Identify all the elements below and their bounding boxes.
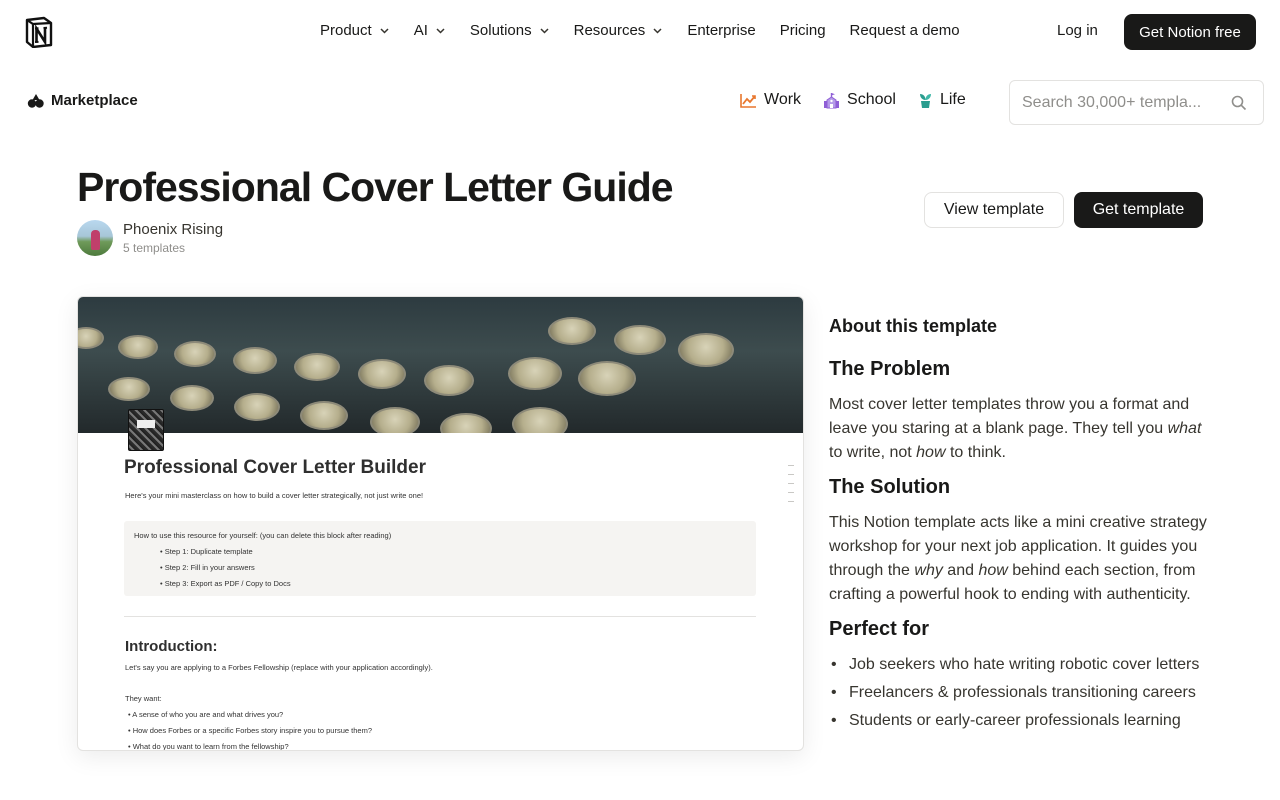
- chevron-down-icon: [380, 28, 389, 34]
- category-nav: Work School Life: [740, 91, 988, 109]
- nav-enterprise-label: Enterprise: [687, 22, 756, 39]
- get-notion-free-button[interactable]: Get Notion free: [1124, 14, 1256, 50]
- plant-icon: [919, 94, 931, 108]
- category-work[interactable]: Work: [740, 91, 801, 109]
- category-school[interactable]: School: [823, 91, 896, 109]
- preview-intro-text: Let's say you are applying to a Forbes F…: [125, 663, 433, 672]
- perfect-for-list: Job seekers who hate writing robotic cov…: [829, 653, 1209, 733]
- nav-enterprise[interactable]: Enterprise: [687, 22, 755, 39]
- problem-text: Most cover letter templates throw you a …: [829, 396, 1202, 461]
- main-nav: Product AI Solutions Resources Enterpris…: [320, 22, 984, 39]
- preview-want-list: A sense of who you are and what drives y…: [128, 710, 372, 750]
- marketplace-link[interactable]: Marketplace: [27, 92, 138, 109]
- chart-icon: [740, 93, 756, 108]
- nav-product[interactable]: Product: [320, 22, 390, 39]
- preview-callout-head: How to use this resource for yourself: (…: [134, 531, 392, 540]
- search-icon[interactable]: [1231, 95, 1247, 111]
- perfect-for-heading: Perfect for: [829, 618, 930, 640]
- preview-divider: [124, 616, 756, 617]
- notebook-page-icon: [128, 409, 164, 451]
- notion-logo-icon[interactable]: [24, 16, 54, 48]
- preview-toc-indicator: [788, 465, 796, 510]
- chevron-down-icon: [653, 28, 662, 34]
- get-template-button[interactable]: Get template: [1074, 192, 1203, 228]
- template-search: [1009, 80, 1264, 125]
- preview-intro-heading: Introduction:: [125, 638, 218, 655]
- preview-step: Step 3: Export as PDF / Copy to Docs: [160, 579, 756, 588]
- template-preview[interactable]: Professional Cover Letter Builder Here's…: [77, 296, 804, 751]
- template-title: Professional Cover Letter Guide: [77, 164, 674, 210]
- nav-ai-label: AI: [413, 22, 428, 39]
- chevron-down-icon: [540, 28, 549, 34]
- problem-heading: The Problem: [829, 358, 951, 380]
- login-link[interactable]: Log in: [1057, 22, 1098, 39]
- nav-resources-label: Resources: [573, 22, 646, 39]
- typewriter-cover-image: [78, 297, 803, 433]
- category-work-label: Work: [764, 91, 802, 108]
- preview-title: Professional Cover Letter Builder: [124, 457, 426, 478]
- nav-solutions[interactable]: Solutions: [470, 22, 550, 39]
- author-name[interactable]: Phoenix Rising: [123, 221, 223, 238]
- solution-text: This Notion template acts like a mini cr…: [829, 514, 1207, 603]
- category-school-label: School: [847, 91, 896, 108]
- nav-product-label: Product: [320, 22, 372, 39]
- preview-step: Step 2: Fill in your answers: [160, 563, 756, 572]
- about-template-panel: About this template The Problem Most cov…: [829, 316, 1209, 737]
- preview-want-label: They want:: [125, 694, 162, 703]
- list-item: Job seekers who hate writing robotic cov…: [829, 653, 1209, 677]
- nav-solutions-label: Solutions: [469, 22, 532, 39]
- author-info[interactable]: Phoenix Rising 5 templates: [77, 220, 223, 256]
- solution-heading: The Solution: [829, 476, 951, 498]
- author-avatar[interactable]: [77, 220, 113, 256]
- nav-request-demo-label: Request a demo: [849, 22, 960, 39]
- view-template-button[interactable]: View template: [924, 192, 1064, 228]
- nav-pricing[interactable]: Pricing: [780, 22, 826, 39]
- top-nav: Product AI Solutions Resources Enterpris…: [0, 0, 1280, 64]
- preview-want-item: What do you want to learn from the fello…: [128, 742, 372, 750]
- school-icon: [824, 92, 840, 108]
- marketplace-label: Marketplace: [51, 92, 138, 109]
- search-input[interactable]: [1022, 93, 1222, 112]
- preview-want-item: A sense of who you are and what drives y…: [128, 710, 372, 719]
- list-item: Freelancers & professionals transitionin…: [829, 681, 1209, 705]
- chevron-down-icon: [436, 28, 445, 34]
- list-item: Students or early-career professionals l…: [829, 709, 1209, 733]
- category-life-label: Life: [939, 91, 966, 108]
- preview-want-item: How does Forbes or a specific Forbes sto…: [128, 726, 372, 735]
- author-template-count: 5 templates: [123, 241, 186, 255]
- preview-callout: How to use this resource for yourself: (…: [124, 521, 756, 596]
- nav-request-demo[interactable]: Request a demo: [850, 22, 960, 39]
- category-life[interactable]: Life: [918, 91, 966, 109]
- nav-ai[interactable]: AI: [414, 22, 446, 39]
- preview-subtitle: Here's your mini masterclass on how to b…: [125, 491, 424, 500]
- about-heading: About this template: [829, 316, 998, 336]
- preview-step: Step 1: Duplicate template: [160, 547, 756, 556]
- nav-pricing-label: Pricing: [779, 22, 826, 39]
- nav-resources[interactable]: Resources: [574, 22, 664, 39]
- marketplace-icon: [27, 93, 44, 108]
